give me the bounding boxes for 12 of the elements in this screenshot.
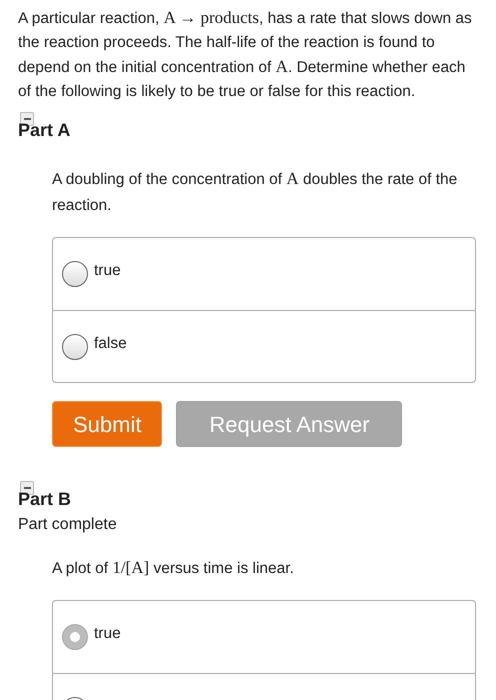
- question-text: A plot of 1/[A] versus time is linear.: [52, 557, 295, 579]
- answer-option[interactable]: true: [53, 601, 475, 673]
- answer-option[interactable]: true: [53, 238, 475, 310]
- radio-button[interactable]: [62, 624, 88, 650]
- answer-option[interactable]: false: [53, 310, 475, 382]
- question-text: A doubling of the concentration of A doubles the rate of the reaction.: [52, 168, 458, 216]
- part-title: Part B: [18, 489, 72, 509]
- part-title: Part A: [18, 120, 72, 140]
- part-status: Part complete: [18, 515, 118, 535]
- radio-button[interactable]: [62, 334, 88, 360]
- problem-statement: A particular reaction, A → products, has a rate that slows down as the reaction proceeds. The half-life of the reaction is found to depend on the initial concentration of A. Determine whether each of the following is likely to be true or false for this reaction.: [18, 7, 473, 102]
- radio-button[interactable]: [62, 261, 88, 287]
